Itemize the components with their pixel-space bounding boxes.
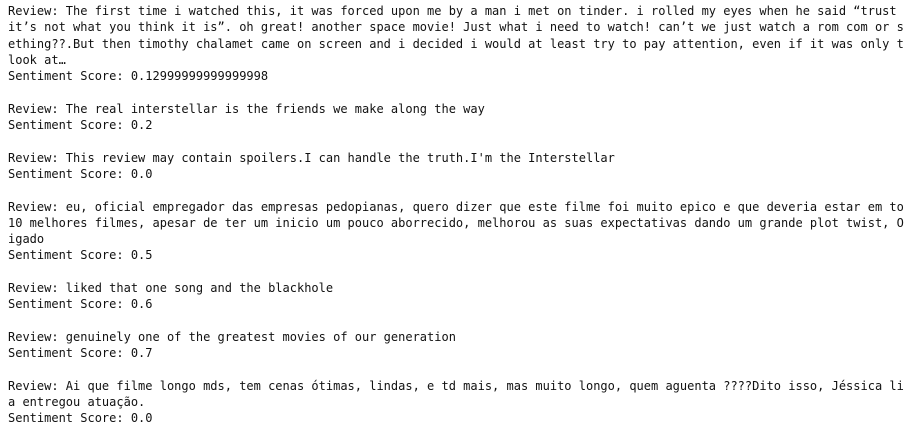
review-entry: Review: The first time i watched this, i… — [8, 3, 904, 84]
review-text-line: Review: Ai que filme longo mds, tem cena… — [8, 378, 904, 393]
sentiment-score-line: Sentiment Score: 0.0 — [8, 166, 153, 181]
review-entry: Review: This review may contain spoilers… — [8, 150, 896, 183]
review-text-line: igado — [8, 232, 45, 247]
review-text-line: Review: eu, oficial empregador das empre… — [8, 199, 904, 214]
review-text-line: look at… — [8, 52, 66, 67]
review-entry: Review: Ai que filme longo mds, tem cena… — [8, 378, 904, 427]
sentiment-score-line: Sentiment Score: 0.7 — [8, 346, 153, 361]
sentiment-score-line: Sentiment Score: 0.0 — [8, 411, 153, 426]
sentiment-score-line: Sentiment Score: 0.5 — [8, 248, 153, 263]
review-entry: Review: liked that one song and the blac… — [8, 280, 896, 313]
review-text-line: Review: liked that one song and the blac… — [8, 281, 334, 296]
sentiment-score-line: Sentiment Score: 0.12999999999999998 — [8, 69, 269, 84]
review-text-line: Review: The first time i watched this, i… — [8, 4, 904, 18]
review-text-line: ething??.But then timothy chalamet came … — [8, 36, 904, 51]
review-text-line: Review: This review may contain spoilers… — [8, 150, 615, 165]
review-text-line: Review: genuinely one of the greatest mo… — [8, 329, 456, 344]
review-text-line: Review: The real interstellar is the fri… — [8, 101, 485, 116]
review-text-line: 10 melhores filmes, apesar de ter um ini… — [8, 215, 904, 230]
sentiment-score-line: Sentiment Score: 0.6 — [8, 297, 153, 312]
review-entry: Review: genuinely one of the greatest mo… — [8, 329, 896, 362]
sentiment-score-line: Sentiment Score: 0.2 — [8, 118, 153, 133]
notebook-output-area: Review: The first time i watched this, i… — [0, 0, 904, 430]
review-text-line: a entregou atuação. — [8, 395, 146, 410]
review-entry: Review: eu, oficial empregador das empre… — [8, 199, 904, 264]
review-text-line: it’s not what you think it is”. oh great… — [8, 20, 904, 35]
review-entry: Review: The real interstellar is the fri… — [8, 101, 896, 134]
